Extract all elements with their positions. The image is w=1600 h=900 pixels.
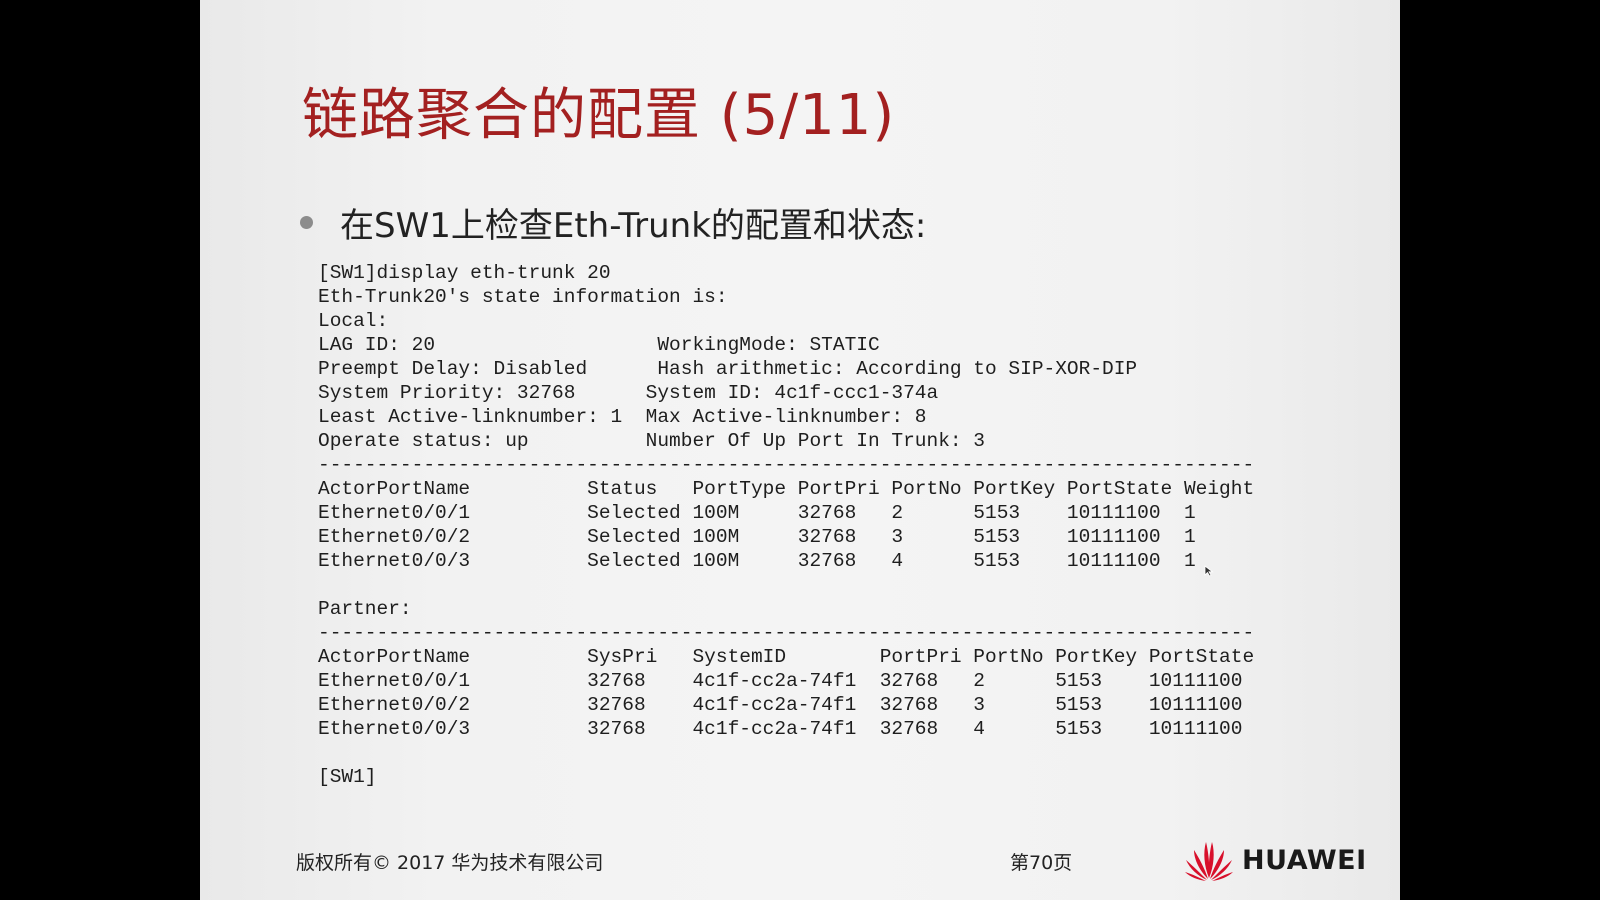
footer-copyright: 版权所有© 2017 华为技术有限公司 — [296, 852, 604, 874]
cli-line: [SW1]display eth-trunk 20 — [318, 262, 611, 284]
cli-line: Least Active-linknumber: 1 Max Active-li… — [318, 406, 927, 428]
huawei-petal-logo-icon — [1185, 842, 1233, 881]
slide-title: 链路聚合的配置 (5/11) — [302, 83, 896, 148]
cli-table-header: ActorPortName SysPri SystemID PortPri Po… — [318, 646, 1255, 668]
cli-line: Eth-Trunk20's state information is: — [318, 286, 728, 308]
cli-line: LAG ID: 20 WorkingMode: STATIC — [318, 334, 880, 356]
mouse-pointer-icon — [1204, 565, 1214, 577]
huawei-logo-text: HUAWEI — [1242, 844, 1367, 876]
cli-line: Preempt Delay: Disabled Hash arithmetic:… — [318, 358, 1138, 380]
cli-line: Partner: — [318, 598, 412, 620]
cli-table-row: Ethernet0/0/2 Selected 100M 32768 3 5153… — [318, 526, 1196, 548]
cli-separator: ----------------------------------------… — [318, 454, 1255, 476]
cli-table-row: Ethernet0/0/1 Selected 100M 32768 2 5153… — [318, 502, 1196, 524]
cli-table-row: Ethernet0/0/3 32768 4c1f-cc2a-74f1 32768… — [318, 718, 1243, 740]
cli-output: [SW1]display eth-trunk 20 Eth-Trunk20's … — [318, 261, 1254, 789]
cli-table-row: Ethernet0/0/1 32768 4c1f-cc2a-74f1 32768… — [318, 670, 1243, 692]
bullet-dot-icon — [300, 216, 313, 229]
cli-prompt: [SW1] — [318, 766, 377, 788]
huawei-logo: HUAWEI — [1184, 838, 1367, 882]
cli-table-row: Ethernet0/0/2 32768 4c1f-cc2a-74f1 32768… — [318, 694, 1243, 716]
footer-page-number: 第70页 — [1010, 852, 1073, 874]
cli-line: Local: — [318, 310, 389, 332]
bullet-item: 在SW1上检查Eth-Trunk的配置和状态: — [300, 198, 926, 247]
bullet-text: 在SW1上检查Eth-Trunk的配置和状态: — [340, 206, 927, 246]
cli-separator: ----------------------------------------… — [318, 622, 1255, 644]
cli-line: Operate status: up Number Of Up Port In … — [318, 430, 986, 452]
cli-table-row: Ethernet0/0/3 Selected 100M 32768 4 5153… — [318, 550, 1196, 572]
slide: 链路聚合的配置 (5/11) 在SW1上检查Eth-Trunk的配置和状态: [… — [200, 0, 1400, 900]
cli-table-header: ActorPortName Status PortType PortPri Po… — [318, 478, 1255, 500]
cli-line: System Priority: 32768 System ID: 4c1f-c… — [318, 382, 939, 404]
